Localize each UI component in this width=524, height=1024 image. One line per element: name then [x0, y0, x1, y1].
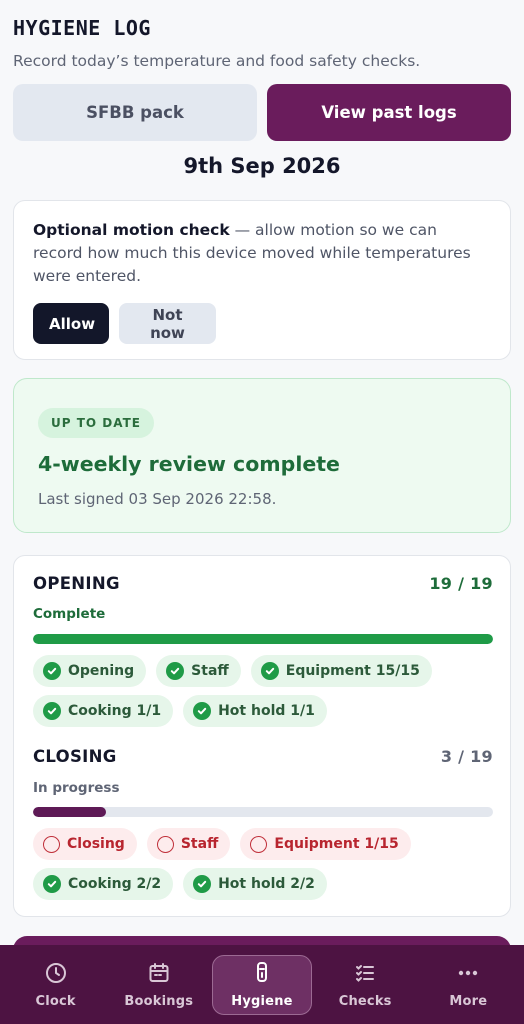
opening-progress-bar	[33, 634, 493, 644]
opening-check-chip[interactable]: Opening	[33, 655, 147, 687]
motion-check-text: Optional motion check — allow motion so …	[33, 219, 491, 288]
empty-circle-icon	[43, 835, 60, 853]
page-title: HYGIENE LOG	[13, 16, 151, 40]
opening-count: 19 / 19	[429, 574, 493, 593]
chip-label: Staff	[191, 663, 229, 679]
opening-state: Complete	[33, 606, 106, 622]
chip-label: Closing	[67, 836, 125, 852]
closing-state: In progress	[33, 780, 120, 796]
chip-label: Opening	[68, 663, 135, 679]
chip-label: Equipment 15/15	[285, 663, 420, 679]
chip-label: Equipment 1/15	[274, 836, 399, 852]
motion-check-title: Optional motion check	[33, 221, 230, 239]
nav-label-clock: Clock	[35, 993, 76, 1009]
closing-check-chip[interactable]: Staff	[146, 828, 231, 860]
view-past-logs-button[interactable]: View past logs	[267, 84, 511, 141]
hygiene-log-page: HYGIENE LOG Record today’s temperature a…	[0, 0, 524, 1024]
review-last-signed: Last signed 03 Sep 2026 22:58.	[38, 490, 277, 508]
bottom-nav: Clock Bookings Hygiene Checks More	[0, 945, 524, 1024]
nav-label-checks: Checks	[338, 993, 392, 1009]
motion-check-card: Optional motion check — allow motion so …	[13, 200, 511, 360]
closing-title: CLOSING	[33, 747, 117, 766]
check-circle-icon	[166, 662, 185, 680]
closing-progress-fill	[33, 807, 106, 817]
opening-section-header: OPENING 19 / 19	[33, 574, 493, 593]
checklist-icon	[353, 961, 377, 989]
motion-check-actions: Allow Not now	[33, 303, 216, 344]
empty-circle-icon	[250, 835, 268, 853]
nav-label-hygiene: Hygiene	[231, 993, 293, 1009]
chip-label: Cooking 2/2	[68, 876, 162, 892]
chip-label: Cooking 1/1	[68, 703, 162, 719]
nav-item-bookings[interactable]: Bookings	[109, 955, 209, 1015]
thermometer-icon	[251, 961, 273, 989]
nav-item-clock[interactable]: Clock	[6, 955, 106, 1015]
closing-chip-row-1: Closing Staff Equipment 1/15	[33, 828, 411, 860]
nav-item-checks[interactable]: Checks	[315, 955, 415, 1015]
chip-label: Hot hold 2/2	[218, 876, 315, 892]
opening-check-chip[interactable]: Equipment 15/15	[250, 655, 432, 687]
allow-motion-button[interactable]: Allow	[33, 303, 109, 344]
chip-label: Staff	[180, 836, 219, 852]
opening-progress-fill	[33, 634, 493, 644]
nav-label-bookings: Bookings	[124, 993, 194, 1009]
review-status-card[interactable]: UP TO DATE 4-weekly review complete Last…	[13, 378, 511, 533]
empty-circle-icon	[156, 835, 174, 853]
closing-chip-row-2: Cooking 2/2 Hot hold 2/2	[33, 868, 327, 900]
review-status-title: 4-weekly review complete	[38, 452, 340, 476]
status-badge: UP TO DATE	[38, 408, 154, 438]
check-circle-icon	[43, 702, 61, 720]
check-circle-icon	[43, 662, 61, 680]
opening-chip-row-1: Opening Staff Equipment 15/15	[33, 655, 432, 687]
closing-count: 3 / 19	[440, 747, 493, 766]
closing-section-header: CLOSING 3 / 19	[33, 747, 493, 766]
more-dots-icon	[456, 961, 480, 989]
nav-label-more: More	[449, 993, 488, 1009]
sfbb-pack-button[interactable]: SFBB pack	[13, 84, 257, 141]
not-now-button[interactable]: Not now	[119, 303, 216, 344]
opening-check-chip[interactable]: Staff	[156, 655, 241, 687]
closing-check-chip[interactable]: Cooking 2/2	[33, 868, 174, 900]
opening-check-chip[interactable]: Hot hold 1/1	[183, 695, 327, 727]
opening-title: OPENING	[33, 574, 120, 593]
nav-item-more[interactable]: More	[418, 955, 518, 1015]
page-subtitle: Record today’s temperature and food safe…	[13, 52, 421, 70]
closing-progress-bar	[33, 807, 493, 817]
check-circle-icon	[260, 662, 279, 680]
calendar-icon	[147, 961, 171, 989]
opening-chip-row-2: Cooking 1/1 Hot hold 1/1	[33, 695, 327, 727]
checks-summary-card: OPENING 19 / 19 Complete Opening Staff Equ…	[13, 555, 511, 917]
chip-label: Hot hold 1/1	[218, 703, 315, 719]
closing-check-chip[interactable]: Hot hold 2/2	[183, 868, 327, 900]
header-actions: SFBB pack View past logs	[13, 84, 511, 141]
clock-icon	[44, 961, 68, 989]
closing-check-chip[interactable]: Equipment 1/15	[240, 828, 411, 860]
log-date: 9th Sep 2026	[183, 154, 341, 178]
check-circle-icon	[43, 875, 61, 893]
closing-check-chip[interactable]: Closing	[33, 828, 137, 860]
nav-item-hygiene[interactable]: Hygiene	[211, 954, 312, 1015]
check-circle-icon	[193, 875, 212, 893]
opening-check-chip[interactable]: Cooking 1/1	[33, 695, 174, 727]
check-circle-icon	[193, 702, 212, 720]
